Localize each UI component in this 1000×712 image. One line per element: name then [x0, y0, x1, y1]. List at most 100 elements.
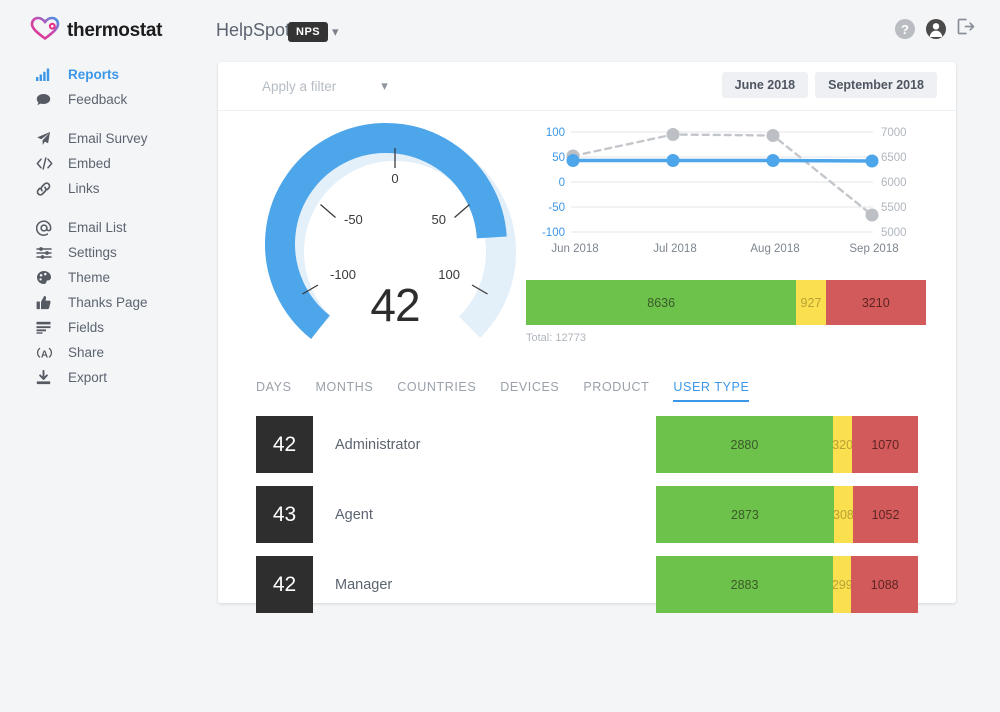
table-row[interactable]: 42 Administrator 2880 320 1070 [256, 416, 918, 473]
sliders-icon [36, 246, 56, 260]
detractors-segment[interactable]: 1070 [852, 416, 918, 473]
row-label: Manager [335, 577, 656, 593]
paper-plane-icon [36, 131, 56, 146]
sidebar-item-email-survey[interactable]: Email Survey [0, 126, 200, 151]
sidebar: Reports Feedback Email Survey Embed [0, 62, 200, 390]
sidebar-item-label: Settings [68, 245, 117, 260]
detractors-segment[interactable]: 1088 [851, 556, 918, 613]
svg-text:0: 0 [391, 171, 398, 186]
list-icon [36, 321, 56, 334]
date-to-button[interactable]: September 2018 [815, 72, 937, 98]
chat-bubble-icon [36, 93, 56, 107]
tab-product[interactable]: PRODUCT [583, 380, 649, 402]
total-responses-label: Total: 12773 [526, 332, 926, 344]
svg-text:-100: -100 [542, 227, 565, 239]
row-stacked-bar: 2883 299 1088 [656, 556, 918, 613]
sidebar-item-embed[interactable]: Embed [0, 151, 200, 176]
tab-devices[interactable]: DEVICES [500, 380, 559, 402]
sidebar-item-email-list[interactable]: Email List [0, 215, 200, 240]
user-type-list: 42 Administrator 2880 320 1070 43 Agent … [256, 416, 918, 626]
promoters-segment[interactable]: 2873 [656, 486, 834, 543]
sidebar-item-reports[interactable]: Reports [0, 62, 200, 87]
tab-user-type[interactable]: USER TYPE [673, 380, 749, 402]
passives-segment[interactable]: 927 [796, 280, 825, 325]
sidebar-item-label: Embed [68, 156, 111, 171]
svg-text:50: 50 [432, 212, 446, 227]
logout-icon[interactable] [957, 18, 976, 40]
promoters-segment[interactable]: 2883 [656, 556, 833, 613]
promoters-segment[interactable]: 8636 [526, 280, 796, 325]
table-row[interactable]: 43 Agent 2873 308 1052 [256, 486, 918, 543]
sidebar-item-label: Theme [68, 270, 110, 285]
sidebar-item-share[interactable]: A Share [0, 340, 200, 365]
summary-stacked-bar: 8636 927 3210 Total: 12773 [526, 280, 926, 344]
reports-card: Apply a filter ▾ June 2018 September 201… [218, 62, 956, 603]
row-score: 42 [256, 416, 313, 473]
code-icon [36, 157, 56, 170]
gauge-value: 42 [260, 278, 530, 332]
detractors-segment[interactable]: 3210 [826, 280, 926, 325]
sidebar-item-label: Fields [68, 320, 104, 335]
sidebar-item-label: Email List [68, 220, 127, 235]
sidebar-item-fields[interactable]: Fields [0, 315, 200, 340]
stacked-bar: 8636 927 3210 [526, 280, 926, 325]
sidebar-item-thanks-page[interactable]: Thanks Page [0, 290, 200, 315]
nps-gauge-chart: 0 -50 50 -100 100 42 [260, 120, 530, 370]
svg-text:5000: 5000 [881, 227, 907, 239]
brand-logo[interactable]: thermostat [30, 16, 162, 46]
date-from-button[interactable]: June 2018 [722, 72, 808, 98]
passives-segment[interactable]: 308 [834, 486, 853, 543]
detractors-segment[interactable]: 1052 [853, 486, 918, 543]
at-sign-icon [36, 220, 56, 236]
row-score: 42 [256, 556, 313, 613]
date-range-controls: June 2018 September 2018 [722, 72, 937, 98]
help-icon[interactable]: ? [895, 19, 915, 39]
breakdown-tabs: DAYS MONTHS COUNTRIES DEVICES PRODUCT US… [256, 380, 749, 402]
sidebar-item-feedback[interactable]: Feedback [0, 87, 200, 112]
sidebar-item-label: Email Survey [68, 131, 148, 146]
sidebar-item-settings[interactable]: Settings [0, 240, 200, 265]
sidebar-item-label: Share [68, 345, 104, 360]
svg-text:-50: -50 [344, 212, 363, 227]
sidebar-item-label: Export [68, 370, 107, 385]
sidebar-item-label: Links [68, 181, 100, 196]
svg-text:6000: 6000 [881, 177, 907, 189]
tab-months[interactable]: MONTHS [316, 380, 374, 402]
row-score: 43 [256, 486, 313, 543]
palette-icon [36, 270, 56, 285]
chevron-down-icon[interactable]: ▾ [381, 78, 388, 94]
sidebar-item-theme[interactable]: Theme [0, 265, 200, 290]
svg-text:-50: -50 [548, 202, 565, 214]
brand-name: thermostat [67, 20, 162, 42]
row-label: Administrator [335, 437, 656, 453]
svg-text:0: 0 [559, 177, 565, 189]
heart-logo-icon [30, 16, 60, 46]
tab-countries[interactable]: COUNTRIES [397, 380, 476, 402]
link-icon [36, 182, 56, 196]
sidebar-item-label: Reports [68, 67, 119, 82]
sidebar-divider [0, 112, 200, 126]
filter-bar: Apply a filter ▾ June 2018 September 201… [218, 62, 956, 111]
sidebar-item-label: Feedback [68, 92, 127, 107]
tab-days[interactable]: DAYS [256, 380, 292, 402]
sidebar-item-label: Thanks Page [68, 295, 148, 310]
passives-segment[interactable]: 320 [833, 416, 853, 473]
svg-text:50: 50 [552, 152, 565, 164]
table-row[interactable]: 42 Manager 2883 299 1088 [256, 556, 918, 613]
promoters-segment[interactable]: 2880 [656, 416, 833, 473]
broadcast-icon: A [36, 346, 56, 360]
top-bar: thermostat HelpSpot NPS ▾ ? [0, 0, 1000, 62]
download-icon [36, 370, 56, 385]
svg-text:100: 100 [546, 127, 565, 139]
sidebar-item-links[interactable]: Links [0, 176, 200, 201]
sidebar-item-export[interactable]: Export [0, 365, 200, 390]
survey-type-badge: NPS [288, 22, 328, 42]
passives-segment[interactable]: 299 [833, 556, 851, 613]
svg-text:Sep 2018: Sep 2018 [849, 243, 898, 255]
chevron-down-icon[interactable]: ▾ [332, 24, 339, 40]
sidebar-divider [0, 201, 200, 215]
header-icon-group: ? [895, 18, 976, 40]
filter-input[interactable]: Apply a filter [262, 79, 336, 94]
svg-text:Jul 2018: Jul 2018 [653, 243, 696, 255]
user-avatar-icon[interactable] [926, 19, 946, 39]
